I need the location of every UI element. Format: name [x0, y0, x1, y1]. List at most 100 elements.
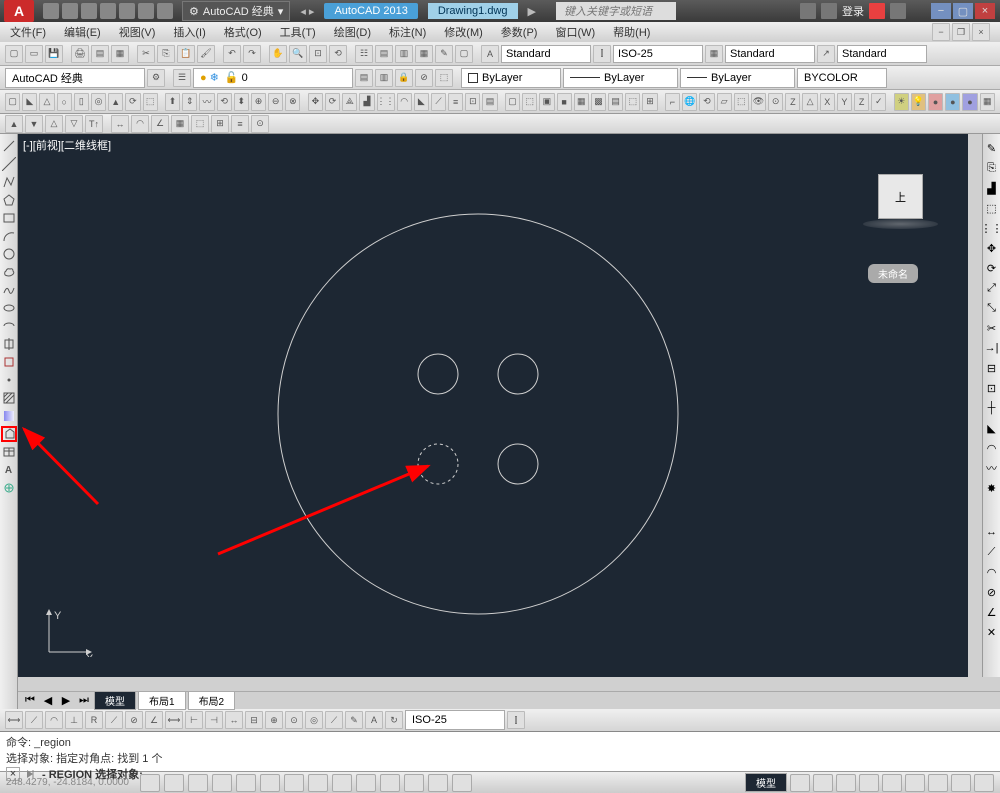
add-selected-icon[interactable] — [1, 480, 17, 496]
open-icon[interactable] — [62, 3, 78, 19]
help-icon[interactable] — [890, 3, 906, 19]
model-space-button[interactable]: 模型 — [745, 773, 787, 792]
osnap-toggle[interactable] — [236, 774, 256, 792]
jogged-linear-icon[interactable]: ⟋ — [325, 711, 343, 729]
table-icon[interactable] — [1, 444, 17, 460]
fillet-icon[interactable]: ◠ — [984, 440, 1000, 456]
close-button[interactable]: × — [975, 3, 995, 19]
am-toggle[interactable] — [452, 774, 472, 792]
dim-break-icon[interactable]: ⊟ — [245, 711, 263, 729]
extrude-icon[interactable]: ⬆ — [165, 93, 180, 111]
render-region-icon[interactable]: ▦ — [980, 93, 995, 111]
dim-jogged-icon[interactable]: ⟋ — [105, 711, 123, 729]
offset-icon[interactable]: ⬚ — [984, 200, 1000, 216]
properties-icon[interactable]: ☷ — [355, 45, 373, 63]
tabs-first-icon[interactable]: ⏮ — [22, 694, 38, 708]
3dalign-icon[interactable]: ⟁ — [342, 93, 357, 111]
angle-constraint-icon[interactable]: ∠ — [984, 604, 1000, 620]
region-icon[interactable] — [1, 426, 17, 442]
user-icon[interactable] — [821, 3, 837, 19]
doc-minimize-button[interactable]: − — [932, 23, 950, 41]
menu-draw[interactable]: 绘图(D) — [334, 24, 371, 40]
gear-icon[interactable]: ⚙ — [147, 69, 165, 87]
subtract-icon[interactable]: ⊖ — [268, 93, 283, 111]
plotstyle-dropdown[interactable]: BYCOLOR — [797, 68, 887, 88]
layer-match-icon[interactable]: ⬚ — [435, 69, 453, 87]
draworder-front-icon[interactable]: ▲ — [5, 115, 23, 133]
stretch-icon[interactable]: ⤡ — [984, 300, 1000, 316]
diameter-constraint-icon[interactable]: ⊘ — [984, 584, 1000, 600]
blend-icon[interactable]: 〰 — [984, 460, 1000, 476]
render-env-icon[interactable]: ● — [945, 93, 960, 111]
drawing-canvas[interactable]: [-][前视][二维线框] 上 未命名 — [18, 134, 968, 677]
layer-states-icon[interactable]: ▤ — [355, 69, 373, 87]
dim-edit-icon[interactable]: ✎ — [345, 711, 363, 729]
ucs-view-icon[interactable]: 👁 — [751, 93, 766, 111]
menu-view[interactable]: 视图(V) — [119, 24, 156, 40]
dim-style-combo[interactable]: ISO-25 — [405, 710, 505, 730]
polar-toggle[interactable] — [212, 774, 232, 792]
dim-ordinate-icon[interactable]: ⊥ — [65, 711, 83, 729]
menu-modify[interactable]: 修改(M) — [444, 24, 483, 40]
cone-icon[interactable]: △ — [39, 93, 54, 111]
sweep-icon[interactable]: 〰 — [199, 93, 214, 111]
3dmirror-icon[interactable]: ▟ — [359, 93, 374, 111]
3darray-icon[interactable]: ⋮⋮ — [377, 93, 395, 111]
break-point-icon[interactable]: ⊟ — [984, 360, 1000, 376]
trim-icon[interactable]: ✂ — [984, 320, 1000, 336]
color-dropdown[interactable]: ByLayer — [461, 68, 561, 88]
tolerance-icon[interactable]: ⊕ — [265, 711, 283, 729]
pyramid-icon[interactable]: ▲ — [108, 93, 123, 111]
tpy-toggle[interactable] — [380, 774, 400, 792]
ucs-icon[interactable]: ⌐ — [665, 93, 680, 111]
rotate-icon[interactable]: ⟳ — [984, 260, 1000, 276]
circle-icon[interactable] — [1, 246, 17, 262]
clean-screen-icon[interactable] — [974, 774, 994, 792]
dim-quick-icon[interactable]: ⟷ — [165, 711, 183, 729]
massprop-icon[interactable]: ⊞ — [211, 115, 229, 133]
line-icon[interactable] — [1, 138, 17, 154]
shell-icon[interactable]: ⊡ — [465, 93, 480, 111]
materials-icon[interactable]: ● — [928, 93, 943, 111]
light-icon[interactable]: 💡 — [911, 93, 926, 111]
slice-icon[interactable]: ⟋ — [431, 93, 446, 111]
sheetset-icon[interactable]: ▦ — [415, 45, 433, 63]
ucs-obj-icon[interactable]: ⬚ — [734, 93, 749, 111]
dim-update-icon[interactable]: ↻ — [385, 711, 403, 729]
grid-toggle[interactable] — [164, 774, 184, 792]
tabs-next-icon[interactable]: ▶ — [58, 694, 74, 708]
textstyle-icon[interactable]: A — [481, 45, 499, 63]
dim-linear-icon[interactable]: ⟷ — [5, 711, 23, 729]
move-icon[interactable]: ✥ — [984, 240, 1000, 256]
delete-constraint-icon[interactable]: ✕ — [984, 624, 1000, 640]
preview-icon[interactable]: ▤ — [91, 45, 109, 63]
redo-icon[interactable]: ↷ — [243, 45, 261, 63]
otrack-toggle[interactable] — [284, 774, 304, 792]
insert-block-icon[interactable] — [1, 336, 17, 352]
save-icon[interactable] — [81, 3, 97, 19]
tabs-last-icon[interactable]: ⏭ — [76, 694, 92, 708]
layer-lock-icon[interactable]: 🔒 — [395, 69, 413, 87]
radial-constraint-icon[interactable]: ◠ — [984, 564, 1000, 580]
shaded-edge-icon[interactable]: ▤ — [608, 93, 623, 111]
hatch-icon[interactable] — [1, 390, 17, 406]
zoom-icon[interactable]: 🔍 — [289, 45, 307, 63]
cut-icon[interactable]: ✂ — [137, 45, 155, 63]
box-icon[interactable]: ▢ — [5, 93, 20, 111]
3dosnap-toggle[interactable] — [260, 774, 280, 792]
dist-constraint-icon[interactable]: ↔ — [984, 524, 1000, 540]
point-icon[interactable] — [1, 372, 17, 388]
saveas-icon[interactable] — [100, 3, 116, 19]
gradient-icon[interactable] — [1, 408, 17, 424]
scale-icon[interactable]: ⤢ — [984, 280, 1000, 296]
ucs-z-icon[interactable]: Z — [785, 93, 800, 111]
designcenter-icon[interactable]: ▤ — [375, 45, 393, 63]
presspull-icon[interactable]: ⇕ — [182, 93, 197, 111]
align-constraint-icon[interactable]: ⟋ — [984, 544, 1000, 560]
sphere-icon[interactable]: ○ — [57, 93, 72, 111]
workspace-combo[interactable]: AutoCAD 经典 — [5, 68, 145, 88]
match-prop-icon[interactable]: 🖌 — [197, 45, 215, 63]
dim-angular-icon[interactable]: ∠ — [145, 711, 163, 729]
ucs-face-icon[interactable]: ▱ — [717, 93, 732, 111]
table-style-dropdown[interactable]: Standard — [725, 45, 815, 63]
